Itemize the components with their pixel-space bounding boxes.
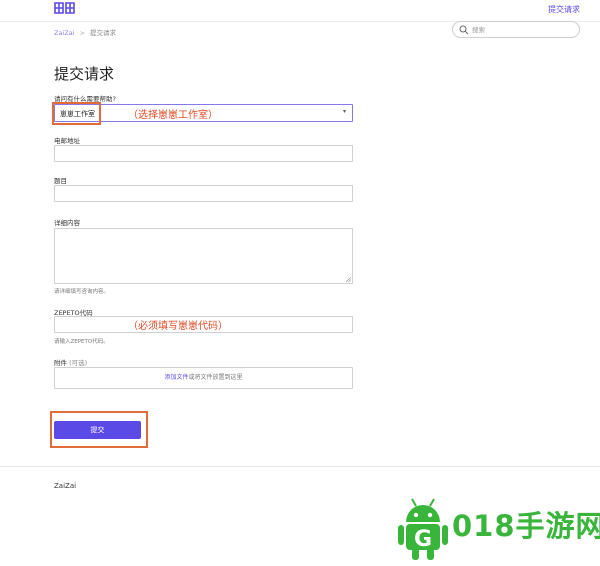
zepeto-hint: 请输入ZEPETO代码。 bbox=[54, 339, 109, 345]
email-field[interactable] bbox=[54, 145, 353, 167]
email-label: 电邮地址 bbox=[54, 137, 80, 145]
search-input[interactable] bbox=[472, 24, 572, 35]
attachment-dropzone[interactable]: 添加文件或将文件放置到这里 bbox=[54, 367, 353, 389]
chevron-down-icon: ▾ bbox=[342, 108, 346, 115]
page-title: 提交请求 bbox=[54, 65, 115, 83]
watermark-text: 018手游网 bbox=[452, 509, 600, 543]
subject-input[interactable] bbox=[55, 192, 352, 207]
annotation-select-studio: （选择崽崽工作室） bbox=[128, 110, 218, 121]
highlight-box-select bbox=[52, 102, 101, 125]
attachment-optional-text: (可选) bbox=[69, 359, 88, 367]
zaizai-logo-icon bbox=[54, 2, 75, 14]
details-label: 详细内容 bbox=[54, 219, 80, 227]
add-file-link[interactable]: 添加文件 bbox=[164, 374, 188, 381]
attachment-label: 附件 (可选) bbox=[54, 357, 87, 367]
footer-brand: ZaiZai bbox=[54, 482, 77, 490]
breadcrumb-home-link[interactable]: ZaiZai bbox=[54, 29, 74, 37]
search-icon bbox=[459, 25, 469, 35]
breadcrumb: ZaiZai > 提交请求 bbox=[54, 27, 116, 37]
svg-text:G: G bbox=[414, 527, 432, 552]
breadcrumb-current: 提交请求 bbox=[89, 29, 116, 37]
search-box[interactable] bbox=[452, 21, 580, 38]
resize-handle-icon[interactable] bbox=[346, 277, 351, 282]
top-header bbox=[0, 0, 600, 22]
email-input[interactable] bbox=[55, 152, 352, 167]
attachment-label-text: 附件 bbox=[54, 359, 67, 367]
details-hint: 请详细填写咨询内容。 bbox=[54, 289, 110, 295]
zaizai-logo[interactable] bbox=[54, 2, 75, 14]
subject-field[interactable] bbox=[54, 185, 353, 207]
footer-divider bbox=[0, 466, 600, 467]
annotation-zepeto-code: （必须填写崽崽代码） bbox=[128, 321, 228, 332]
breadcrumb-separator: > bbox=[79, 29, 85, 37]
android-robot-icon: G bbox=[396, 496, 450, 562]
submit-button[interactable]: 提交 bbox=[54, 421, 141, 439]
subject-label: 题目 bbox=[54, 177, 67, 185]
header-submit-request-link[interactable]: 提交请求 bbox=[548, 4, 580, 15]
dropzone-text: 或将文件放置到这里 bbox=[188, 374, 243, 381]
details-textarea[interactable] bbox=[54, 228, 353, 284]
